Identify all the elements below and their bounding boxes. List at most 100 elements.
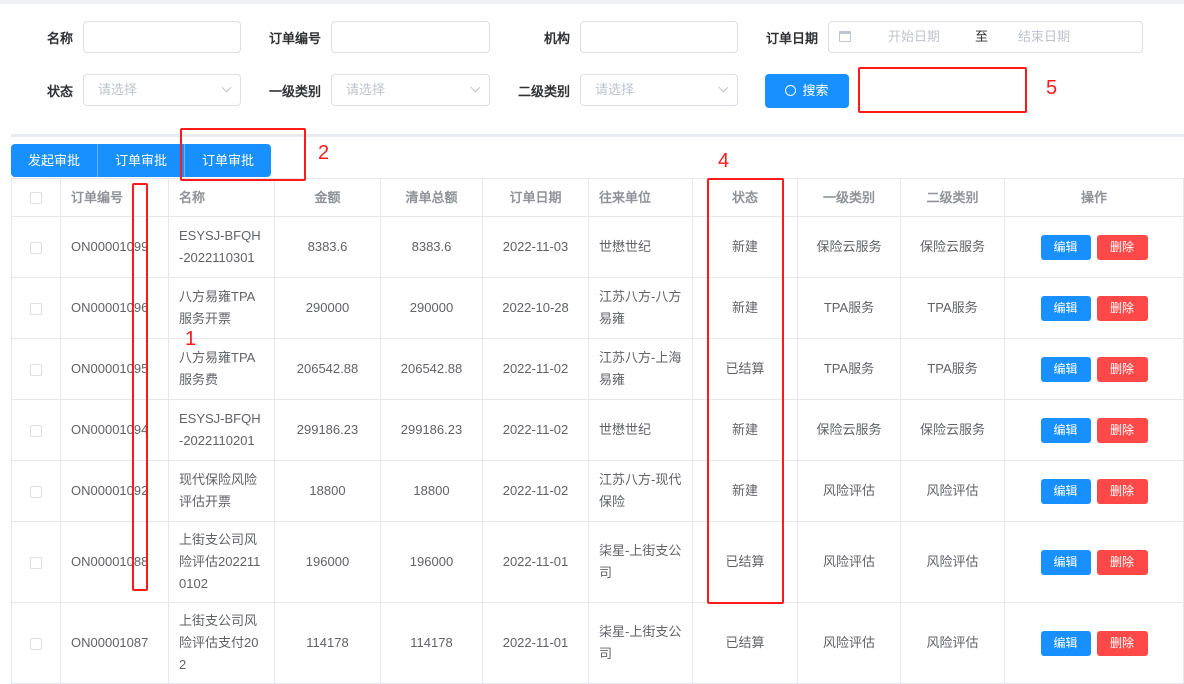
cat1-cell: TPA服务: [797, 338, 901, 400]
cat1-cell: TPA服务: [797, 277, 901, 339]
delete-button[interactable]: 删除: [1096, 356, 1148, 382]
name-cell: 上街支公司风险评估支付202: [168, 602, 275, 684]
annotation-box-1: [132, 183, 148, 591]
actions-cell: 编辑 删除: [1004, 338, 1184, 400]
order-no-cell: ON00001087: [60, 602, 169, 684]
edit-button[interactable]: 编辑: [1040, 417, 1091, 443]
name-cell: ESYSJ-BFQH-2022110201: [168, 399, 275, 461]
row-checkbox[interactable]: [30, 424, 42, 437]
delete-button[interactable]: 删除: [1096, 478, 1148, 504]
delete-button[interactable]: 删除: [1096, 417, 1148, 443]
row-checkbox[interactable]: [30, 241, 42, 254]
partner-cell: 柒星-上街支公司: [588, 521, 693, 603]
col-cat2[interactable]: 二级类别: [900, 178, 1005, 217]
col-amount[interactable]: 金额: [274, 178, 381, 217]
table-row: ON00001094 ESYSJ-BFQH-2022110201 299186.…: [11, 399, 1184, 461]
status-cell: 已结算: [692, 602, 798, 684]
col-name[interactable]: 名称: [168, 178, 275, 217]
cat2-cell: 风险评估: [900, 460, 1005, 522]
date-cell: 2022-11-01: [482, 521, 589, 603]
order-date-range[interactable]: 开始日期 至 结束日期: [828, 21, 1143, 53]
select-all-checkbox[interactable]: [30, 192, 42, 205]
amount-cell: 196000: [274, 521, 381, 603]
row-select-cell: [11, 277, 61, 339]
date-start-input[interactable]: 开始日期: [888, 22, 940, 52]
total-cell: 18800: [380, 460, 483, 522]
org-input[interactable]: [580, 21, 738, 53]
annotation-label-4: 4: [718, 150, 730, 172]
order-no-cell: ON00001099: [60, 216, 169, 278]
date-end-input[interactable]: 结束日期: [1018, 22, 1070, 52]
org-label: 机构: [543, 31, 570, 46]
row-checkbox[interactable]: [30, 637, 42, 650]
edit-button[interactable]: 编辑: [1040, 295, 1091, 321]
order-no-input[interactable]: [331, 21, 490, 53]
start-approval-button[interactable]: 发起审批: [11, 144, 99, 177]
table-header: 订单编号 名称 金额 清单总额 订单日期 往来单位 状态 一级类别 二级类别 操…: [11, 178, 1184, 217]
chevron-down-icon: [718, 82, 729, 93]
col-date[interactable]: 订单日期: [482, 178, 589, 217]
col-order-no[interactable]: 订单编号: [60, 178, 169, 217]
cat2-select[interactable]: 请选择: [580, 74, 738, 106]
annotation-box-5: [858, 67, 1027, 113]
row-checkbox[interactable]: [30, 302, 42, 315]
partner-cell: 世懋世纪: [588, 216, 693, 278]
cat2-cell: 保险云服务: [900, 399, 1005, 461]
order-no-cell: ON00001096: [60, 277, 169, 339]
cat1-cell: 保险云服务: [797, 399, 901, 461]
order-no-cell: ON00001088: [60, 521, 169, 603]
edit-button[interactable]: 编辑: [1040, 356, 1091, 382]
status-select[interactable]: 请选择: [83, 74, 241, 106]
search-button[interactable]: 搜索: [765, 74, 849, 108]
actions-cell: 编辑 删除: [1004, 216, 1184, 278]
row-checkbox[interactable]: [30, 363, 42, 376]
edit-button[interactable]: 编辑: [1040, 478, 1091, 504]
table-row: ON00001099 ESYSJ-BFQH-2022110301 8383.6 …: [11, 216, 1184, 278]
actions-cell: 编辑 删除: [1004, 277, 1184, 339]
partner-cell: 世懋世纪: [588, 399, 693, 461]
top-bar: [0, 0, 1184, 4]
delete-button[interactable]: 删除: [1096, 630, 1148, 656]
col-cat1[interactable]: 一级类别: [797, 178, 901, 217]
amount-cell: 18800: [274, 460, 381, 522]
orders-table: 订单编号 名称 金额 清单总额 订单日期 往来单位 状态 一级类别 二级类别 操…: [11, 178, 1184, 684]
name-cell: 上街支公司风险评估2022110102: [168, 521, 275, 603]
name-label: 名称: [46, 31, 73, 46]
name-cell: 现代保险风险评估开票: [168, 460, 275, 522]
calendar-icon: [839, 31, 851, 42]
annotation-label-2: 2: [318, 142, 330, 164]
edit-button[interactable]: 编辑: [1040, 549, 1091, 575]
edit-button[interactable]: 编辑: [1040, 234, 1091, 260]
row-select-cell: [11, 338, 61, 400]
table-row: ON00001088 上街支公司风险评估2022110102 196000 19…: [11, 521, 1184, 603]
row-select-cell: [11, 521, 61, 603]
delete-button[interactable]: 删除: [1096, 549, 1148, 575]
edit-button[interactable]: 编辑: [1040, 630, 1091, 656]
row-select-cell: [11, 216, 61, 278]
delete-button[interactable]: 删除: [1096, 295, 1148, 321]
total-cell: 114178: [380, 602, 483, 684]
order-date-label: 订单日期: [765, 31, 818, 46]
col-total[interactable]: 清单总额: [380, 178, 483, 217]
delete-button[interactable]: 删除: [1096, 234, 1148, 260]
total-cell: 290000: [380, 277, 483, 339]
annotation-box-2: [180, 128, 306, 181]
partner-cell: 柒星-上街支公司: [588, 602, 693, 684]
total-cell: 299186.23: [380, 399, 483, 461]
date-cell: 2022-11-02: [482, 399, 589, 461]
col-partner[interactable]: 往来单位: [588, 178, 693, 217]
col-actions: 操作: [1004, 178, 1184, 217]
order-no-cell: ON00001092: [60, 460, 169, 522]
table-row: ON00001087 上街支公司风险评估支付202 114178 114178 …: [11, 602, 1184, 684]
cat2-cell: 风险评估: [900, 521, 1005, 603]
status-label: 状态: [46, 84, 73, 99]
total-cell: 196000: [380, 521, 483, 603]
chevron-down-icon: [470, 82, 481, 93]
cat2-select-value: 请选择: [595, 82, 635, 97]
name-input[interactable]: [83, 21, 241, 53]
cat1-cell: 风险评估: [797, 460, 901, 522]
row-checkbox[interactable]: [30, 556, 42, 569]
cat1-select[interactable]: 请选择: [331, 74, 490, 106]
row-checkbox[interactable]: [30, 485, 42, 498]
order-approval-button[interactable]: 订单审批: [98, 144, 186, 177]
